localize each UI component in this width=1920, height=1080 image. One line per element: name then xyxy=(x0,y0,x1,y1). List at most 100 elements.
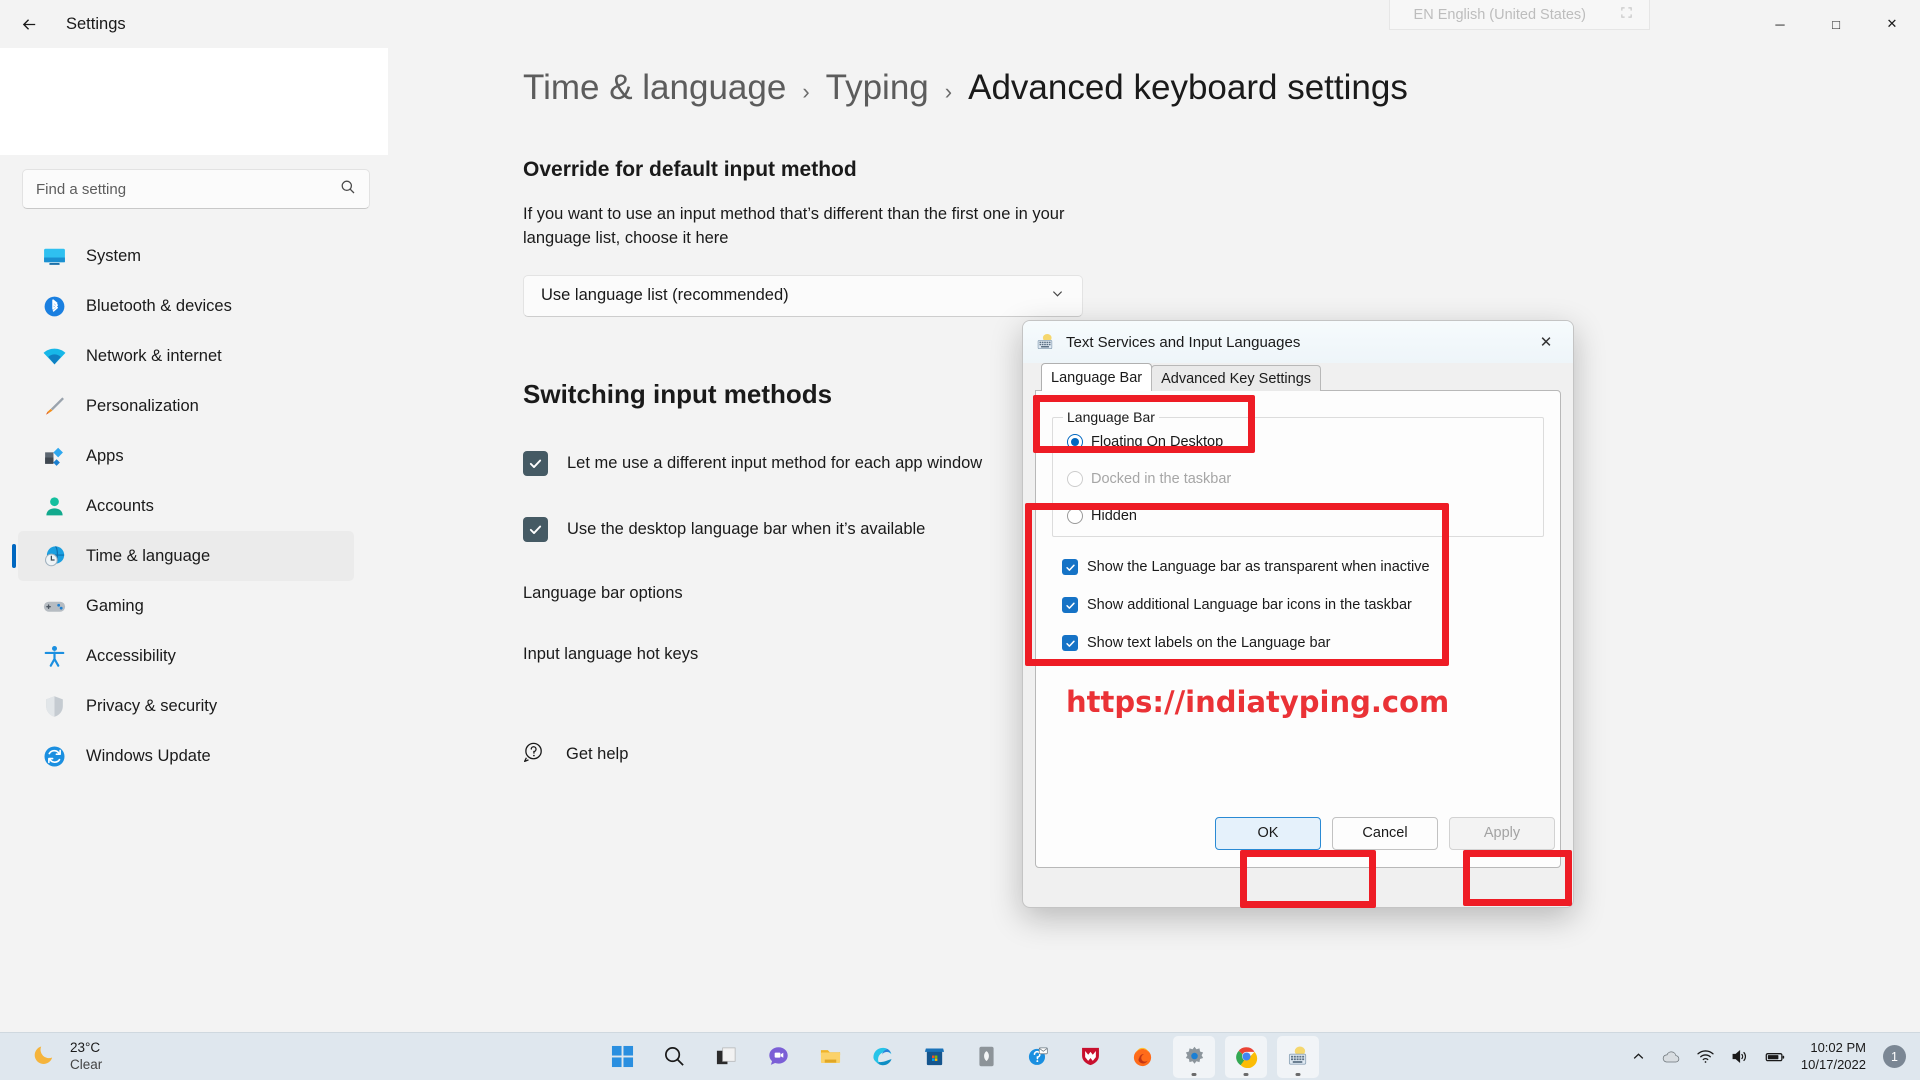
sidebar-item-label: Accounts xyxy=(86,496,154,515)
settings-taskbar-button[interactable] xyxy=(1173,1035,1215,1078)
microsoft-store-button[interactable] xyxy=(913,1036,955,1078)
taskbar-weather-widget[interactable]: 23°C Clear xyxy=(32,1040,102,1072)
checkbox-checked-icon[interactable] xyxy=(1062,635,1078,651)
cloud-icon[interactable] xyxy=(1661,1047,1681,1067)
checkbox-checked-icon[interactable] xyxy=(523,516,548,542)
breadcrumb-separator-icon: › xyxy=(802,79,810,104)
language-indicator-flyout[interactable]: EN English (United States) xyxy=(1388,0,1650,30)
chevron-up-icon[interactable] xyxy=(1631,1049,1646,1064)
help-app-button[interactable] xyxy=(1017,1036,1059,1078)
search-box[interactable] xyxy=(22,169,370,209)
minimize-button[interactable]: ─ xyxy=(1752,0,1808,48)
sidebar-item-label: Bluetooth & devices xyxy=(86,296,232,315)
sidebar-item-label: Apps xyxy=(86,446,124,465)
settings-window: Settings EN English (United States) ─ □ … xyxy=(0,0,1920,1032)
language-bar-group-legend: Language Bar xyxy=(1063,409,1159,425)
breadcrumb-separator-icon: › xyxy=(944,79,953,104)
battery-icon[interactable] xyxy=(1764,1046,1786,1068)
radio-row-hidden[interactable]: Hidden xyxy=(1067,508,1529,524)
sidebar-item-label: Personalization xyxy=(86,396,199,415)
default-input-method-dropdown[interactable]: Use language list (recommended) xyxy=(523,274,1083,317)
get-help-label: Get help xyxy=(566,745,629,764)
dropdown-value: Use language list (recommended) xyxy=(541,286,789,305)
sidebar-item-label: Time & language xyxy=(86,546,211,565)
start-button[interactable] xyxy=(601,1036,643,1078)
sidebar-item-bluetooth-devices[interactable]: Bluetooth & devices xyxy=(18,281,354,331)
weather-condition: Clear xyxy=(70,1056,103,1072)
sidebar-item-windows-update[interactable]: Windows Update xyxy=(18,731,354,781)
sidebar-item-time-language[interactable]: Time & language xyxy=(12,531,354,581)
help-icon xyxy=(523,741,546,769)
tab-language-bar[interactable]: Language Bar xyxy=(1041,363,1153,391)
search-taskbar-button[interactable] xyxy=(653,1036,695,1078)
dialog-body: Language Bar Advanced Key Settings Langu… xyxy=(1023,363,1573,868)
sidebar-item-label: Accessibility xyxy=(86,646,176,665)
watermark-url: https://indiatyping.com xyxy=(1066,685,1450,719)
windows-update-icon xyxy=(40,742,68,770)
checkbox-label: Show additional Language bar icons in th… xyxy=(1087,597,1412,613)
keyboard-icon xyxy=(1036,332,1056,352)
chrome-button[interactable] xyxy=(1225,1035,1267,1078)
breadcrumb-typing[interactable]: Typing xyxy=(826,68,929,108)
dialog-tabstrip: Language Bar Advanced Key Settings xyxy=(1041,363,1561,391)
task-view-button[interactable] xyxy=(705,1036,747,1078)
checkbox-checked-icon[interactable] xyxy=(523,450,548,476)
back-button[interactable] xyxy=(10,5,48,43)
sidebar-item-label: System xyxy=(86,246,142,265)
sidebar-item-accessibility[interactable]: Accessibility xyxy=(18,631,354,681)
radio-selected-icon[interactable] xyxy=(1067,434,1083,450)
dialog-footer: OK Cancel Apply xyxy=(1023,798,1573,868)
chat-button[interactable] xyxy=(757,1036,799,1078)
sidebar-item-accounts[interactable]: Accounts xyxy=(18,481,354,531)
breadcrumb: Time & language › Typing › Advanced keyb… xyxy=(523,68,1920,108)
sidebar-item-gaming[interactable]: Gaming xyxy=(18,581,354,631)
checkbox-label: Show text labels on the Language bar xyxy=(1087,635,1331,651)
checkbox-row-text-labels[interactable]: Show text labels on the Language bar xyxy=(1062,635,1544,651)
running-indicator xyxy=(1243,1072,1249,1076)
checkbox-checked-icon[interactable] xyxy=(1062,559,1078,575)
clock-time: 10:02 PM xyxy=(1810,1040,1866,1056)
notification-badge[interactable]: 1 xyxy=(1883,1045,1906,1068)
text-services-button[interactable] xyxy=(1277,1035,1319,1078)
caption-buttons: ─ □ ✕ xyxy=(1752,0,1920,48)
breadcrumb-time-language[interactable]: Time & language xyxy=(523,68,786,108)
close-icon[interactable]: ✕ xyxy=(1529,327,1563,357)
sidebar-item-privacy-security[interactable]: Privacy & security xyxy=(18,681,354,731)
edge-button[interactable] xyxy=(861,1036,903,1078)
app-button-grey[interactable] xyxy=(965,1036,1007,1078)
ok-button[interactable]: OK xyxy=(1215,816,1321,850)
expand-icon[interactable] xyxy=(1620,6,1633,23)
sidebar-item-network-internet[interactable]: Network & internet xyxy=(18,331,354,381)
personalization-icon xyxy=(40,392,68,420)
privacy-security-icon xyxy=(40,692,68,720)
sidebar-item-personalization[interactable]: Personalization xyxy=(18,381,354,431)
override-section-description: If you want to use an input method that’… xyxy=(523,205,1065,247)
running-indicator xyxy=(1295,1072,1301,1076)
close-button[interactable]: ✕ xyxy=(1864,0,1920,48)
radio-unselected-icon[interactable] xyxy=(1067,508,1083,524)
wifi-icon[interactable] xyxy=(1696,1047,1715,1066)
system-tray: 10:02 PM 10/17/2022 1 xyxy=(1631,1040,1906,1073)
checkbox-checked-icon[interactable] xyxy=(1062,597,1078,613)
cancel-button[interactable]: Cancel xyxy=(1332,816,1438,850)
taskbar: 23°C Clear 10:02 PM 10/17/2022 1 xyxy=(0,1032,1920,1080)
radio-label: Hidden xyxy=(1091,508,1137,524)
firefox-button[interactable] xyxy=(1121,1036,1163,1078)
maximize-button[interactable]: □ xyxy=(1808,0,1864,48)
sidebar-item-apps[interactable]: Apps xyxy=(18,431,354,481)
file-explorer-button[interactable] xyxy=(809,1036,851,1078)
moon-icon xyxy=(32,1041,58,1072)
mcafee-button[interactable] xyxy=(1069,1036,1111,1078)
volume-icon[interactable] xyxy=(1730,1047,1749,1066)
radio-row-floating-on-desktop[interactable]: Floating On Desktop xyxy=(1067,434,1529,450)
taskbar-clock[interactable]: 10:02 PM 10/17/2022 xyxy=(1801,1040,1866,1073)
override-section-title: Override for default input method xyxy=(523,158,857,181)
sidebar-item-system[interactable]: System xyxy=(18,231,354,281)
page-title: Advanced keyboard settings xyxy=(968,68,1408,107)
checkbox-row-transparent-when-inactive[interactable]: Show the Language bar as transparent whe… xyxy=(1062,559,1544,575)
tab-advanced-key-settings[interactable]: Advanced Key Settings xyxy=(1151,365,1322,391)
bluetooth-icon xyxy=(40,292,68,320)
sidebar-item-label: Network & internet xyxy=(86,346,222,365)
search-input[interactable] xyxy=(36,180,340,198)
checkbox-row-additional-icons-taskbar[interactable]: Show additional Language bar icons in th… xyxy=(1062,597,1544,613)
